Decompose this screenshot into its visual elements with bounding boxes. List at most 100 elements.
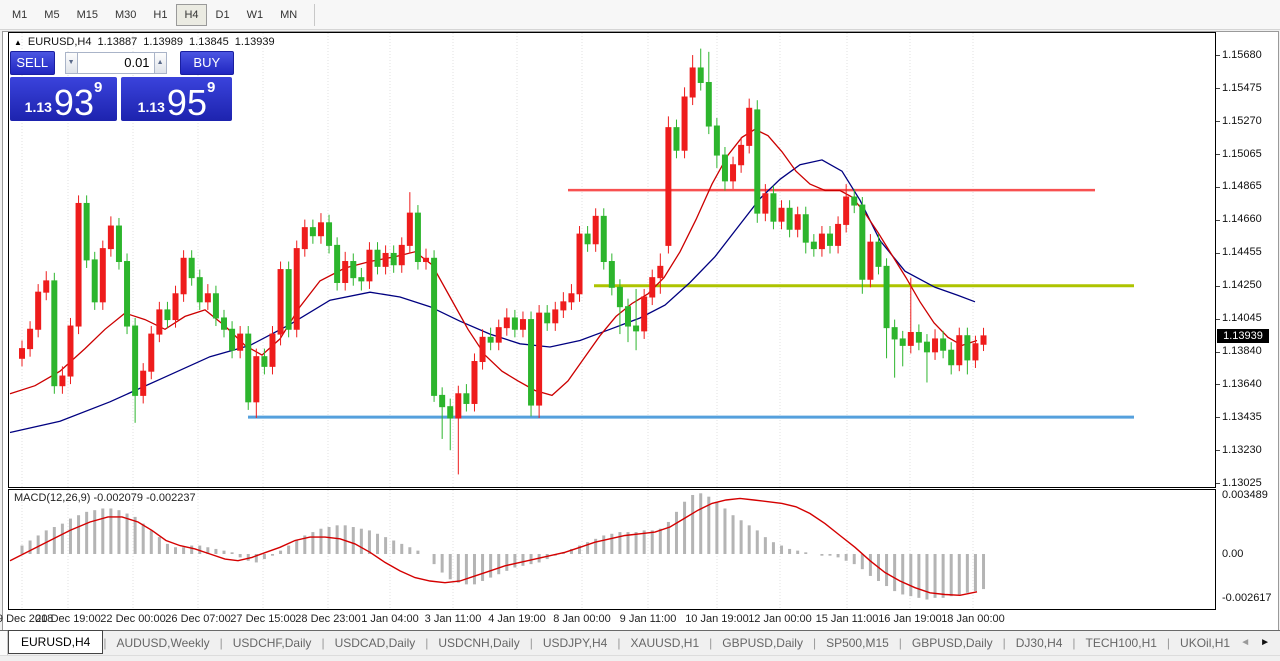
candle-body [803, 215, 808, 242]
timeframe-button-mn[interactable]: MN [272, 4, 305, 26]
chart-tab-usdcnh-daily[interactable]: USDCNH,Daily [428, 633, 529, 653]
tab-scroll-left-icon[interactable]: ◄ [1240, 637, 1250, 648]
chart-tab-usdchf-daily[interactable]: USDCHF,Daily [223, 633, 322, 653]
candle-body [706, 82, 711, 126]
candle-body [949, 350, 954, 365]
open-value: 1.13887 [98, 36, 138, 48]
timeframe-button-m15[interactable]: M15 [69, 4, 106, 26]
time-tick-label: 18 Jan 00:00 [941, 613, 1005, 625]
candle-body [230, 329, 235, 350]
candle-body [844, 197, 849, 224]
candle-body [908, 332, 913, 345]
timeframe-button-w1[interactable]: W1 [239, 4, 272, 26]
chart-tab-audusd-weekly[interactable]: AUDUSD,Weekly [106, 633, 219, 653]
candle-body [876, 242, 881, 266]
candle-body [698, 68, 703, 83]
candle-body [60, 376, 65, 386]
candle-body [367, 250, 372, 281]
chart-tab-ukoil-h1[interactable]: UKOil,H1 [1170, 633, 1240, 653]
candle-body [545, 313, 550, 323]
price-tick-label: 1.15270 [1222, 115, 1262, 127]
price-tick-label: 1.14455 [1222, 246, 1262, 258]
candle-body [674, 128, 679, 151]
candle-body [957, 336, 962, 365]
chart-tab-usdjpy-h4[interactable]: USDJPY,H4 [533, 633, 617, 653]
candle-body [173, 294, 178, 320]
price-tick-label: 1.14250 [1222, 279, 1262, 291]
chart-tab-usdcad-daily[interactable]: USDCAD,Daily [325, 633, 426, 653]
candle-body [981, 336, 986, 344]
volume-increase-button[interactable]: ▲ [154, 52, 167, 74]
time-tick-label: 1 Jan 04:00 [361, 613, 419, 625]
tab-scroll-right-icon[interactable]: ► [1260, 637, 1270, 648]
one-click-trading-panel: SELL ▼ 0.01 ▲ BUY 1.13 93 9 1.13 95 9 [10, 50, 234, 121]
sell-price-pip: 9 [94, 79, 102, 96]
candle-body [205, 294, 210, 302]
candle-body [92, 260, 97, 302]
volume-decrease-button[interactable]: ▼ [65, 52, 78, 74]
candle-body [375, 250, 380, 266]
candle-body [383, 253, 388, 266]
timeframe-button-m1[interactable]: M1 [4, 4, 35, 26]
timeframe-button-m5[interactable]: M5 [36, 4, 67, 26]
price-tick-mark [1216, 253, 1220, 254]
candle-body [100, 249, 105, 302]
volume-input[interactable]: 0.01 [78, 52, 154, 74]
timeframe-button-d1[interactable]: D1 [208, 4, 238, 26]
candle-body [294, 249, 299, 330]
current-price-badge: 1.13939 [1217, 329, 1269, 343]
buy-button[interactable]: BUY [180, 51, 234, 75]
tabbar-edge [0, 631, 8, 655]
buy-price-tile[interactable]: 1.13 95 9 [121, 77, 232, 121]
sell-button[interactable]: SELL [10, 51, 55, 75]
candle-body [722, 155, 727, 181]
candle-body [731, 165, 736, 181]
candle-body [585, 234, 590, 244]
candle-body [133, 326, 138, 395]
timeframe-button-h4[interactable]: H4 [176, 4, 206, 26]
high-value: 1.13989 [143, 36, 183, 48]
candle-body [755, 110, 760, 213]
time-tick-label: 10 Jan 19:00 [685, 613, 749, 625]
candle-body [642, 297, 647, 331]
candle-body [440, 395, 445, 406]
macd-tick-label: 0.003489 [1222, 489, 1268, 501]
candle-body [116, 226, 121, 261]
candle-body [779, 208, 784, 221]
price-tick-label: 1.15065 [1222, 148, 1262, 160]
buy-price-pip: 9 [207, 79, 215, 96]
chart-tab-eurusd-h4[interactable]: EURUSD,H4 [8, 630, 103, 654]
timeframe-button-m30[interactable]: M30 [107, 4, 144, 26]
time-tick-label: 20 Dec 19:00 [35, 613, 100, 625]
price-tick-mark [1216, 88, 1220, 89]
price-tick-mark [1216, 352, 1220, 353]
candle-body [852, 197, 857, 205]
buy-price-big: 95 [167, 88, 207, 118]
chart-tab-gbpusd-daily[interactable]: GBPUSD,Daily [902, 633, 1003, 653]
chart-tab-tech100-h1[interactable]: TECH100,H1 [1076, 633, 1167, 653]
sell-price-tile[interactable]: 1.13 93 9 [10, 77, 117, 121]
candle-body [213, 294, 218, 318]
price-tick-mark [1216, 187, 1220, 188]
candle-body [424, 258, 429, 261]
price-tick-label: 1.15680 [1222, 49, 1262, 61]
candle-body [141, 371, 146, 395]
chart-tab-bar: EURUSD,H4|AUDUSD,Weekly|USDCHF,Daily|USD… [0, 630, 1280, 654]
candle-body [351, 262, 356, 278]
chart-tab-xauusd-h1[interactable]: XAUUSD,H1 [620, 633, 709, 653]
candle-body [714, 126, 719, 155]
candle-body [658, 266, 663, 277]
chart-tab-gbpusd-daily[interactable]: GBPUSD,Daily [712, 633, 813, 653]
candle-body [892, 328, 897, 339]
candle-body [666, 128, 671, 246]
candle-body [933, 339, 938, 352]
timeframe-button-h1[interactable]: H1 [145, 4, 175, 26]
candle-body [900, 339, 905, 345]
chart-tab-dj30-h4[interactable]: DJ30,H4 [1006, 633, 1073, 653]
chart-tab-sp500-m15[interactable]: SP500,M15 [816, 633, 899, 653]
buy-price-prefix: 1.13 [138, 99, 165, 115]
candle-body [488, 337, 493, 342]
candle-body [504, 318, 509, 328]
candle-body [254, 357, 259, 402]
candle-body [787, 208, 792, 229]
